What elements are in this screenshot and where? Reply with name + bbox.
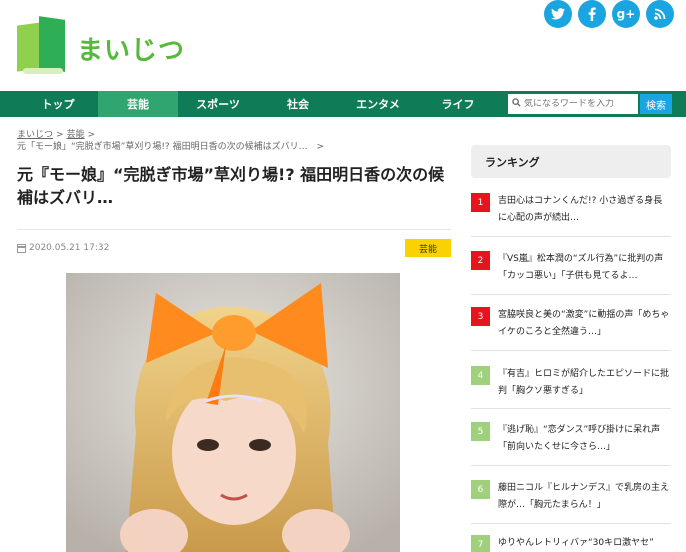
logo-mark-icon bbox=[17, 16, 69, 78]
ranking-item[interactable]: 4 『有吉』ヒロミが紹介したエピソードに批判「胸クソ悪すぎる」 bbox=[471, 366, 671, 400]
rank-number: 6 bbox=[471, 480, 490, 499]
ranking-item-title[interactable]: 藤田ニコル『ヒルナンデス』で乳房の主え際が…「胸元たまらん！」 bbox=[498, 480, 670, 514]
nav-item-entertainment[interactable]: 芸能 bbox=[98, 91, 178, 117]
divider bbox=[471, 294, 671, 295]
ranking-item[interactable]: 7 ゆりやんレトリィバァ“30キロ激ヤセ” bbox=[471, 535, 671, 552]
ranking-item-title[interactable]: ゆりやんレトリィバァ“30キロ激ヤセ” bbox=[498, 535, 670, 552]
ranking-item[interactable]: 3 宮脇咲良と美の“激変”に動揺の声「めちゃイケのころと全然違う…」 bbox=[471, 307, 671, 341]
search-icon bbox=[512, 98, 521, 110]
ranking-item-title[interactable]: 『有吉』ヒロミが紹介したエピソードに批判「胸クソ悪すぎる」 bbox=[498, 366, 670, 400]
breadcrumb: まいじつ > 芸能 > 元「モー娘」“完脱ぎ市場”草刈り場!? 福田明日香の次の候補は… bbox=[17, 130, 324, 152]
ranking-item-title[interactable]: 『VS嵐』松本潤の“ズル行為”に批判の声「カッコ悪い」「子供も見てるよ… bbox=[498, 251, 670, 285]
divider bbox=[471, 465, 671, 466]
search-form: 検索 bbox=[508, 94, 672, 114]
rank-number: 5 bbox=[471, 422, 490, 441]
category-badge[interactable]: 芸能 bbox=[405, 239, 451, 257]
rank-number: 4 bbox=[471, 366, 490, 385]
breadcrumb-home-link[interactable]: まいじつ bbox=[17, 130, 53, 140]
calendar-icon bbox=[17, 243, 26, 253]
divider bbox=[471, 236, 671, 237]
ranking-item[interactable]: 1 吉田心はコナンくんだ!? 小さ過ぎる身長に心配の声が続出… bbox=[471, 193, 671, 227]
ranking-item-title[interactable]: 宮脇咲良と美の“激変”に動揺の声「めちゃイケのころと全然違う…」 bbox=[498, 307, 670, 341]
breadcrumb-current: 元「モー娘」“完脱ぎ市場”草刈り場!? 福田明日香の次の候補はズバリ… bbox=[17, 142, 308, 152]
nav-item-society[interactable]: 社会 bbox=[258, 91, 338, 117]
search-input[interactable] bbox=[524, 99, 632, 109]
breadcrumb-category-link[interactable]: 芸能 bbox=[67, 130, 85, 140]
ranking-item[interactable]: 2 『VS嵐』松本潤の“ズル行為”に批判の声「カッコ悪い」「子供も見てるよ… bbox=[471, 251, 671, 285]
site-name: まいじつ bbox=[77, 35, 186, 66]
article-date-text: 2020.05.21 17:32 bbox=[29, 243, 110, 253]
site-logo[interactable]: まいじつ bbox=[17, 16, 186, 78]
article-photo bbox=[66, 273, 400, 552]
ranking-heading: ランキング bbox=[471, 145, 671, 178]
divider bbox=[471, 408, 671, 409]
nav-item-life[interactable]: ライフ bbox=[418, 91, 498, 117]
twitter-icon[interactable] bbox=[544, 0, 572, 28]
divider bbox=[17, 229, 451, 230]
google-plus-icon[interactable]: g+ bbox=[612, 0, 640, 28]
rank-number: 7 bbox=[471, 535, 490, 552]
rss-icon[interactable] bbox=[646, 0, 674, 28]
nav-item-top[interactable]: トップ bbox=[18, 91, 98, 117]
rank-number: 2 bbox=[471, 251, 490, 270]
nav-item-enta[interactable]: エンタメ bbox=[338, 91, 418, 117]
article-date: 2020.05.21 17:32 bbox=[17, 243, 109, 253]
global-nav: トップ 芸能 スポーツ 社会 エンタメ ライフ 検索 bbox=[0, 91, 686, 117]
ranking-item[interactable]: 6 藤田ニコル『ヒルナンデス』で乳房の主え際が…「胸元たまらん！」 bbox=[471, 480, 671, 514]
social-links: g+ bbox=[544, 0, 674, 28]
divider bbox=[471, 523, 671, 524]
divider bbox=[471, 350, 671, 351]
rank-number: 3 bbox=[471, 307, 490, 326]
ranking-item[interactable]: 5 『逃げ恥』“恋ダンス”呼び掛けに呆れ声「前向いたくせに今さら…」 bbox=[471, 422, 671, 456]
ranking-item-title[interactable]: 『逃げ恥』“恋ダンス”呼び掛けに呆れ声「前向いたくせに今さら…」 bbox=[498, 422, 670, 456]
rank-number: 1 bbox=[471, 193, 490, 212]
search-button[interactable]: 検索 bbox=[640, 94, 672, 114]
nav-item-sports[interactable]: スポーツ bbox=[178, 91, 258, 117]
article-title: 元『モー娘』“完脱ぎ市場”草刈り場!? 福田明日香の次の候補はズバリ… bbox=[17, 165, 445, 207]
facebook-icon[interactable] bbox=[578, 0, 606, 28]
ranking-item-title[interactable]: 吉田心はコナンくんだ!? 小さ過ぎる身長に心配の声が続出… bbox=[498, 193, 670, 227]
search-box bbox=[508, 94, 638, 114]
